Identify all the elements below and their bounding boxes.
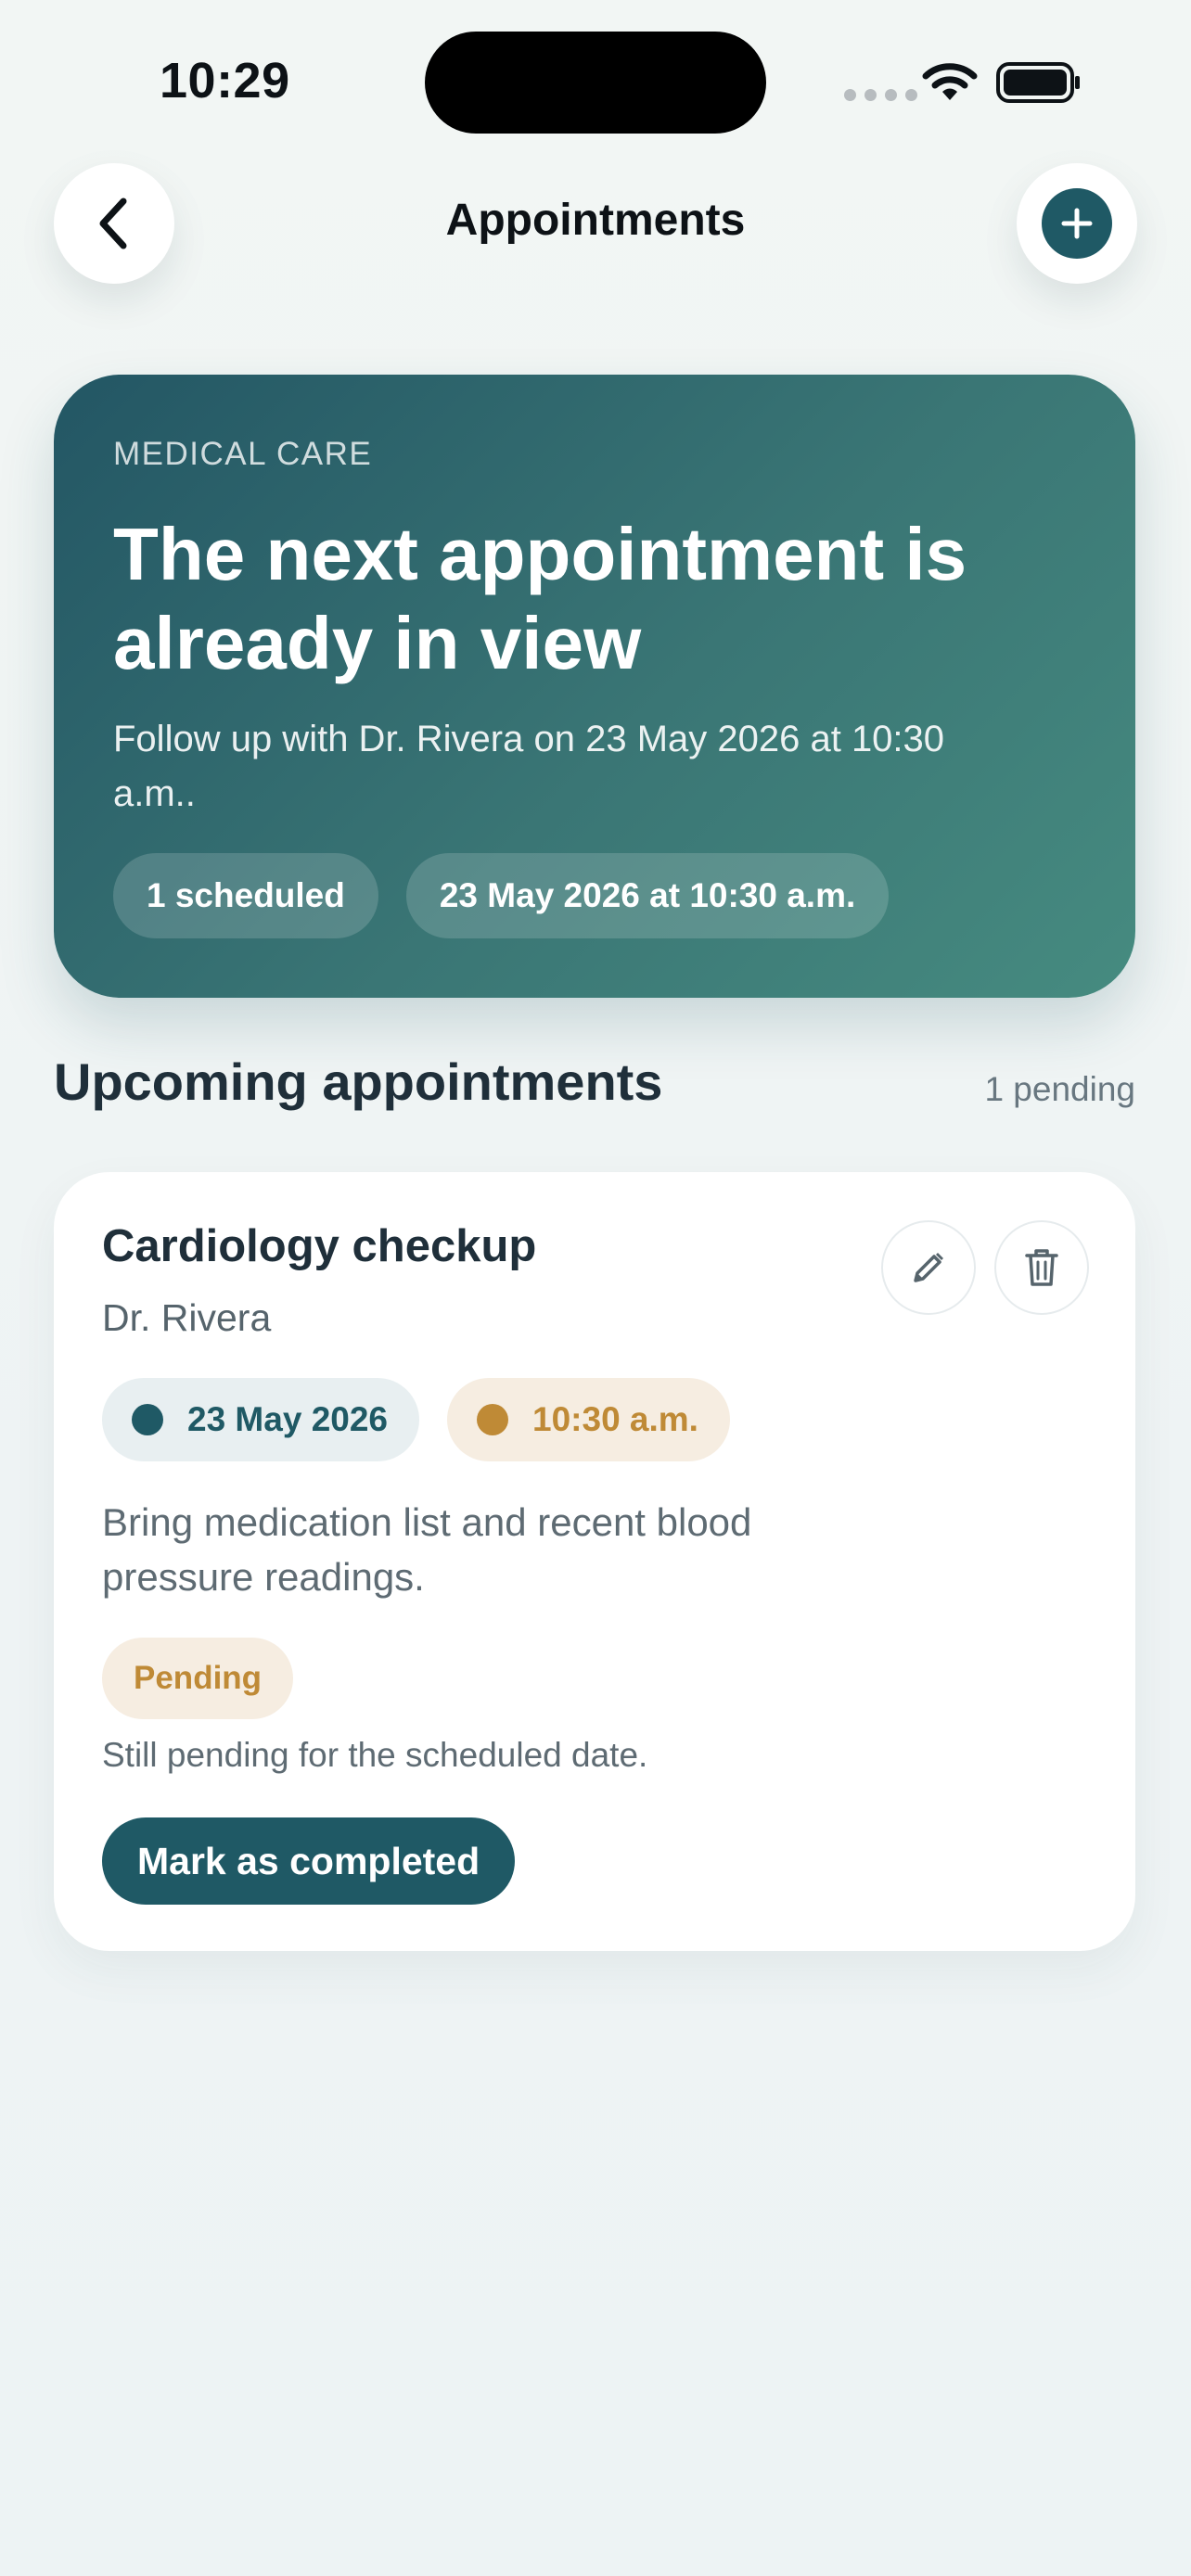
next-appointment-hero-card: MEDICAL CARE The next appointment is alr… — [54, 375, 1135, 998]
scheduled-count-chip: 1 scheduled — [113, 853, 378, 938]
edit-appointment-button[interactable] — [881, 1220, 976, 1315]
date-dot-icon — [132, 1404, 163, 1435]
plus-icon — [1061, 208, 1093, 239]
time-chip: 10:30 a.m. — [447, 1378, 730, 1461]
date-chip: 23 May 2026 — [102, 1378, 420, 1461]
dynamic-island — [425, 32, 766, 134]
status-note: Still pending for the scheduled date. — [102, 1736, 648, 1774]
trash-icon — [1025, 1249, 1058, 1286]
appointment-notes: Bring medication list and recent blood p… — [102, 1500, 752, 1599]
status-bar: 10:29 — [0, 0, 1191, 158]
add-button-circle — [1042, 188, 1112, 259]
time-chip-label: 10:30 a.m. — [532, 1400, 698, 1438]
page-title: Appointments — [445, 196, 746, 245]
appointment-meta-chips: 23 May 2026 10:30 a.m. — [102, 1378, 730, 1461]
next-datetime-chip: 23 May 2026 at 10:30 a.m. — [405, 853, 890, 938]
appointment-title: Cardiology checkup — [102, 1221, 537, 1271]
pending-count: 1 pending — [984, 1070, 1135, 1108]
hero-subtitle: Follow up with Dr. Rivera on 23 May 2026… — [113, 719, 945, 814]
delete-appointment-button[interactable] — [994, 1220, 1089, 1315]
status-time: 10:29 — [160, 53, 290, 108]
section-title: Upcoming appointments — [54, 1052, 663, 1111]
wifi-icon — [922, 63, 978, 100]
hero-kicker: MEDICAL CARE — [113, 436, 373, 472]
mark-completed-button[interactable]: Mark as completed — [102, 1817, 516, 1905]
time-dot-icon — [477, 1404, 509, 1435]
battery-icon — [996, 62, 1080, 103]
cellular-signal-icon — [844, 89, 917, 101]
date-chip-label: 23 May 2026 — [187, 1400, 389, 1438]
appointment-doctor: Dr. Rivera — [102, 1296, 272, 1339]
status-badge: Pending — [102, 1638, 294, 1719]
hero-title: The next appointment is already in view — [113, 513, 967, 684]
hero-chips: 1 scheduled 23 May 2026 at 10:30 a.m. — [113, 853, 890, 938]
pencil-icon — [914, 1253, 943, 1282]
add-appointment-button[interactable] — [1017, 163, 1137, 284]
appointment-card: Cardiology checkup Dr. Rivera 23 May 202… — [54, 1172, 1135, 1951]
